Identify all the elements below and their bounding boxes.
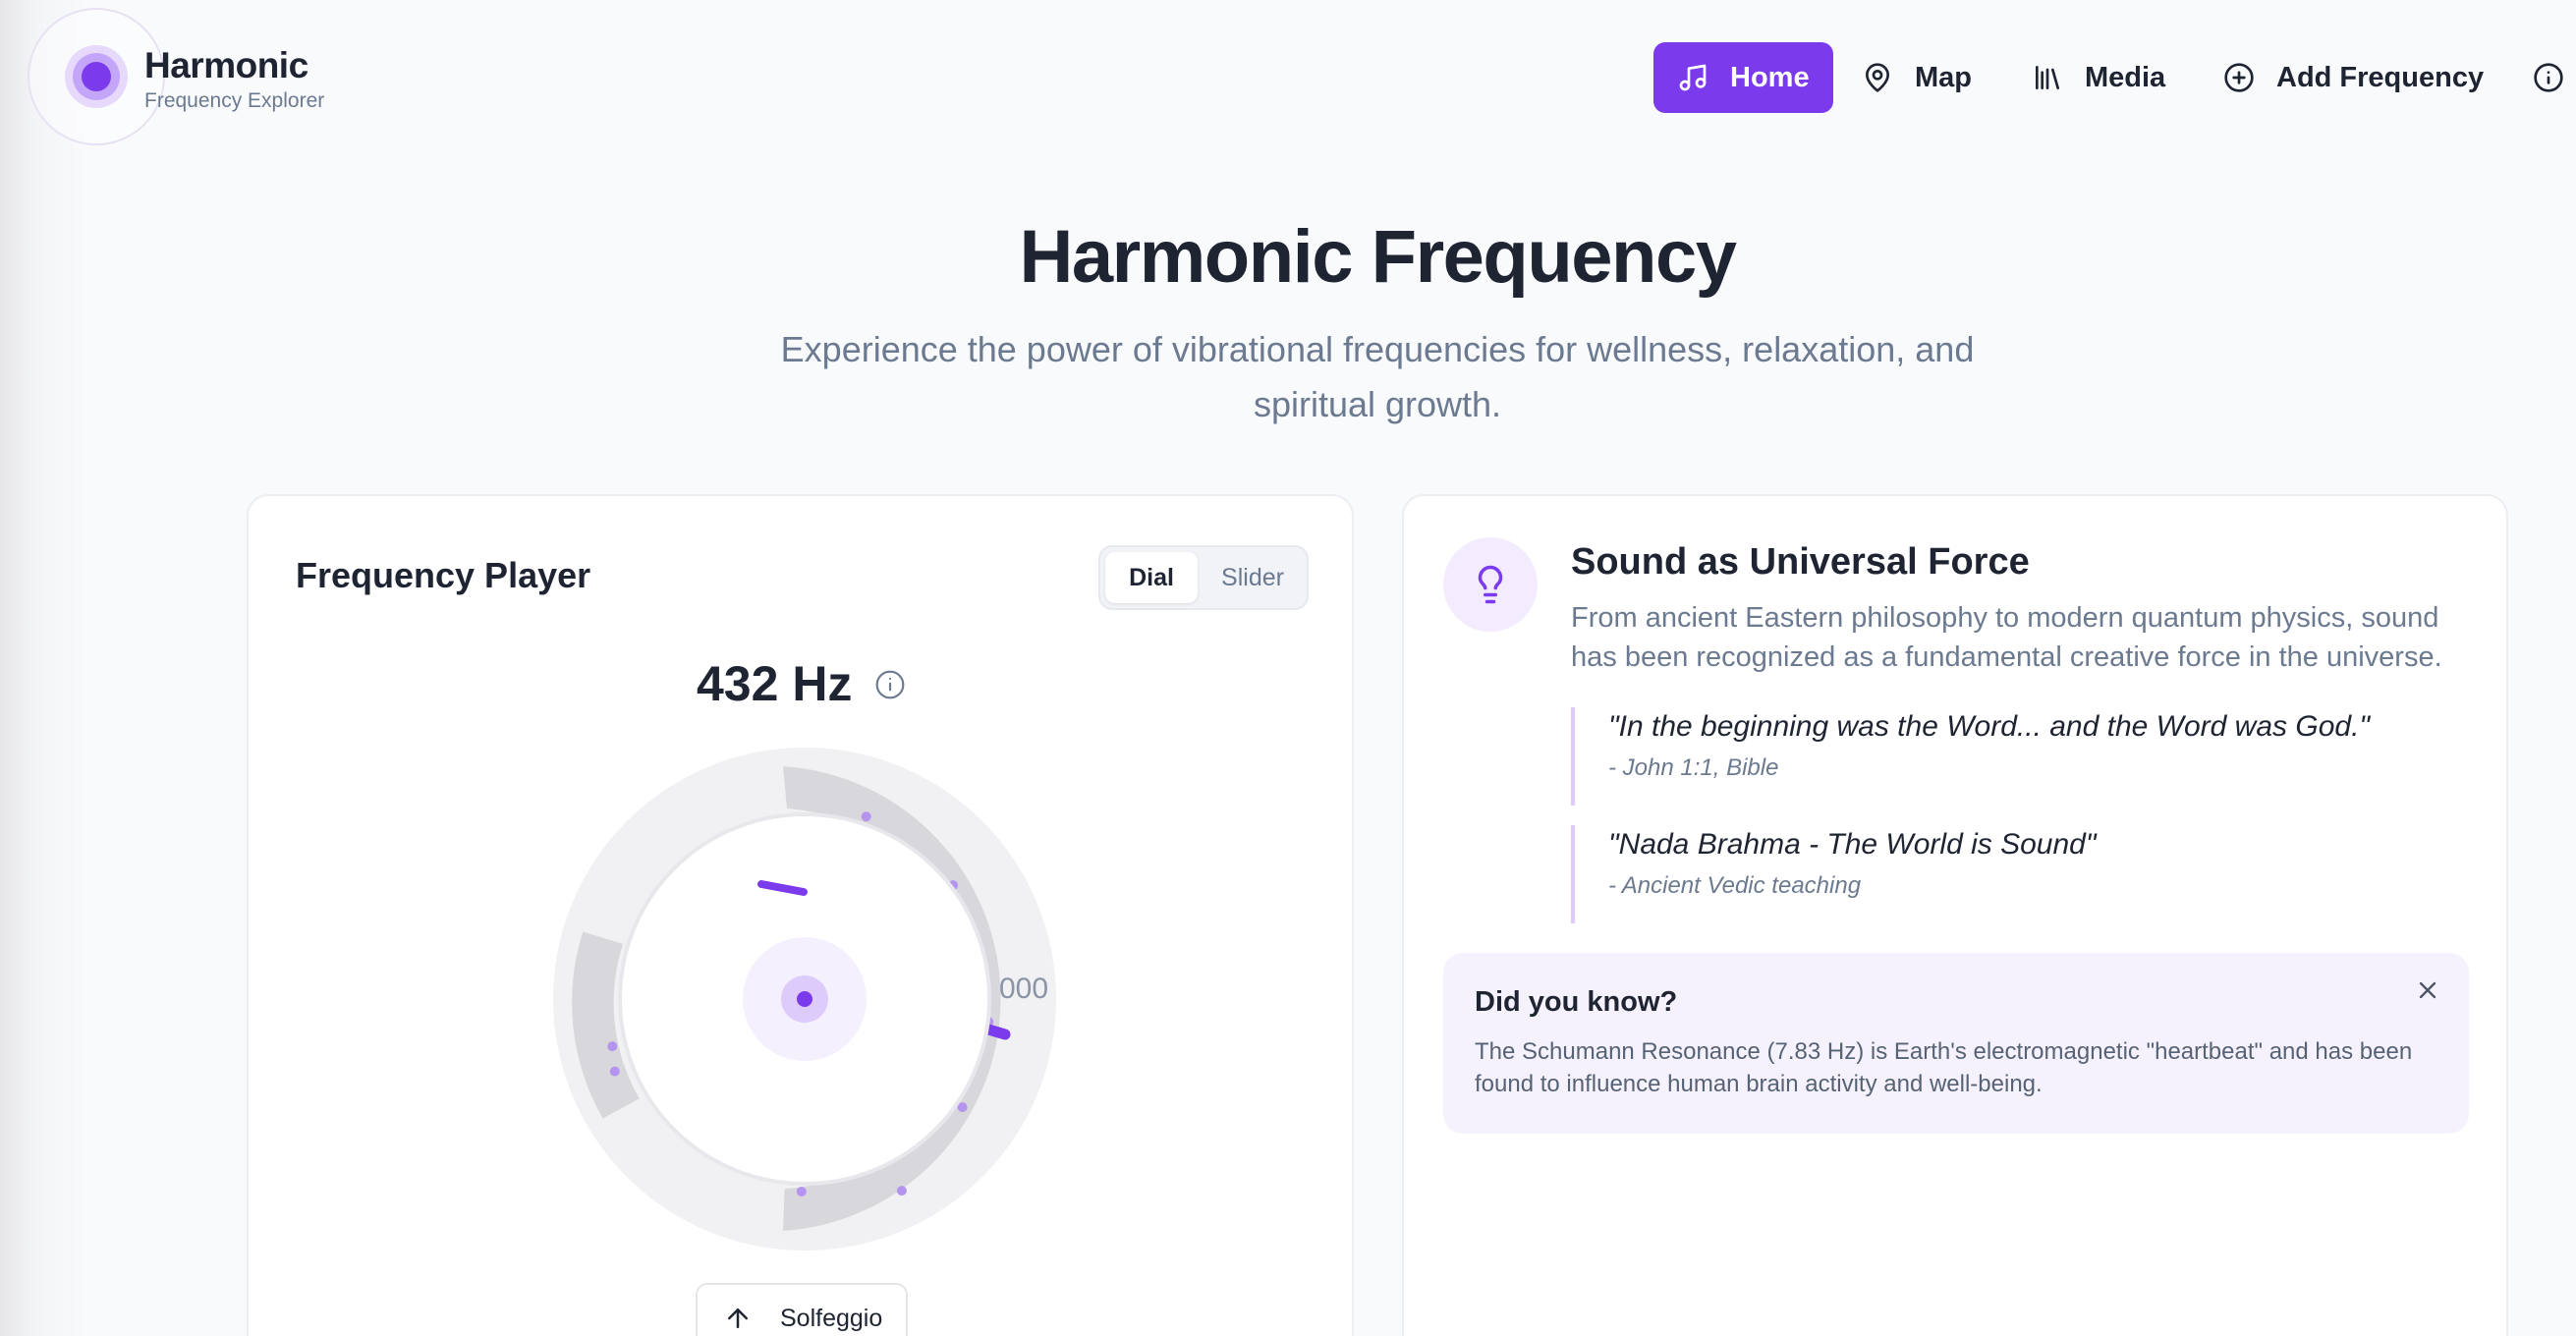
- dial-tick: [896, 1186, 907, 1197]
- library-icon: [2036, 66, 2059, 89]
- nav-home[interactable]: Home: [1653, 42, 1833, 113]
- window-edge-shadow: [0, 0, 88, 1336]
- did-you-know-title: Did you know?: [1475, 986, 1678, 1018]
- map-pin-icon: [1866, 63, 1889, 92]
- nav-add-frequency[interactable]: Add Frequency: [2223, 42, 2484, 113]
- mode-slider-button[interactable]: Slider: [1204, 552, 1302, 603]
- brand-name[interactable]: Harmonic: [144, 45, 308, 86]
- lightbulb-icon-wrap: [1443, 537, 1538, 632]
- nav-info[interactable]: [2533, 42, 2576, 113]
- info-icon: [2534, 63, 2563, 92]
- frequency-player-card: Frequency Player Dial Slider 432 Hz 000 …: [247, 494, 1354, 1336]
- quote-text: "Nada Brahma - The World is Sound": [1608, 828, 2097, 861]
- solfeggio-label: Solfeggio: [780, 1304, 883, 1332]
- dial-tick: [609, 1066, 620, 1077]
- insight-card: Sound as Universal Force From ancient Ea…: [1402, 494, 2508, 1336]
- close-icon[interactable]: [2414, 976, 2441, 1004]
- lightbulb-icon: [1478, 565, 1503, 604]
- player-title: Frequency Player: [296, 555, 591, 595]
- frequency-value: 432 Hz: [697, 656, 853, 711]
- quote-block: "Nada Brahma - The World is Sound" - Anc…: [1571, 825, 2436, 923]
- dial-center-dot: [797, 991, 812, 1007]
- nav-media-label: Media: [2085, 61, 2166, 93]
- dial-tick: [796, 1187, 807, 1197]
- brand-subtitle: Frequency Explorer: [144, 89, 325, 112]
- logo-icon[interactable]: [65, 45, 128, 108]
- plus-circle-icon: [2224, 63, 2254, 92]
- app-header: Harmonic Frequency Explorer Home Map Med…: [0, 0, 2576, 157]
- nav-add-frequency-label: Add Frequency: [2276, 61, 2485, 93]
- nav-map[interactable]: Map: [1862, 42, 1972, 113]
- mode-dial-button[interactable]: Dial: [1105, 552, 1198, 603]
- music-note-icon: [1679, 64, 1707, 91]
- insight-title: Sound as Universal Force: [1571, 541, 2030, 583]
- quote-text: "In the beginning was the Word... and th…: [1608, 710, 2371, 743]
- frequency-info-icon[interactable]: [874, 669, 906, 700]
- dial-tick-label: 000: [999, 973, 1048, 1005]
- quote-source: - John 1:1, Bible: [1608, 754, 1779, 781]
- page-subtitle: Experience the power of vibrational freq…: [780, 329, 1975, 424]
- did-you-know-text: The Schumann Resonance (7.83 Hz) is Eart…: [1475, 1038, 2413, 1097]
- nav-media[interactable]: Media: [2032, 42, 2165, 113]
- dial-tick: [861, 811, 871, 822]
- dial-tick: [607, 1041, 618, 1052]
- quote-block: "In the beginning was the Word... and th…: [1571, 707, 2436, 806]
- quote-source: - Ancient Vedic teaching: [1608, 872, 1862, 899]
- mode-toggle: Dial Slider: [1098, 545, 1309, 610]
- page-title: Harmonic Frequency: [1019, 215, 1738, 299]
- did-you-know-panel: Did you know? The Schumann Resonance (7.…: [1443, 953, 2469, 1134]
- solfeggio-scale-button[interactable]: Solfeggio: [696, 1283, 908, 1336]
- nav-map-label: Map: [1915, 61, 1972, 93]
- nav-home-label: Home: [1730, 61, 1810, 93]
- arrow-up-icon: [728, 1308, 748, 1328]
- frequency-dial[interactable]: 000: [549, 744, 1060, 1254]
- insight-description: From ancient Eastern philosophy to moder…: [1571, 602, 2442, 673]
